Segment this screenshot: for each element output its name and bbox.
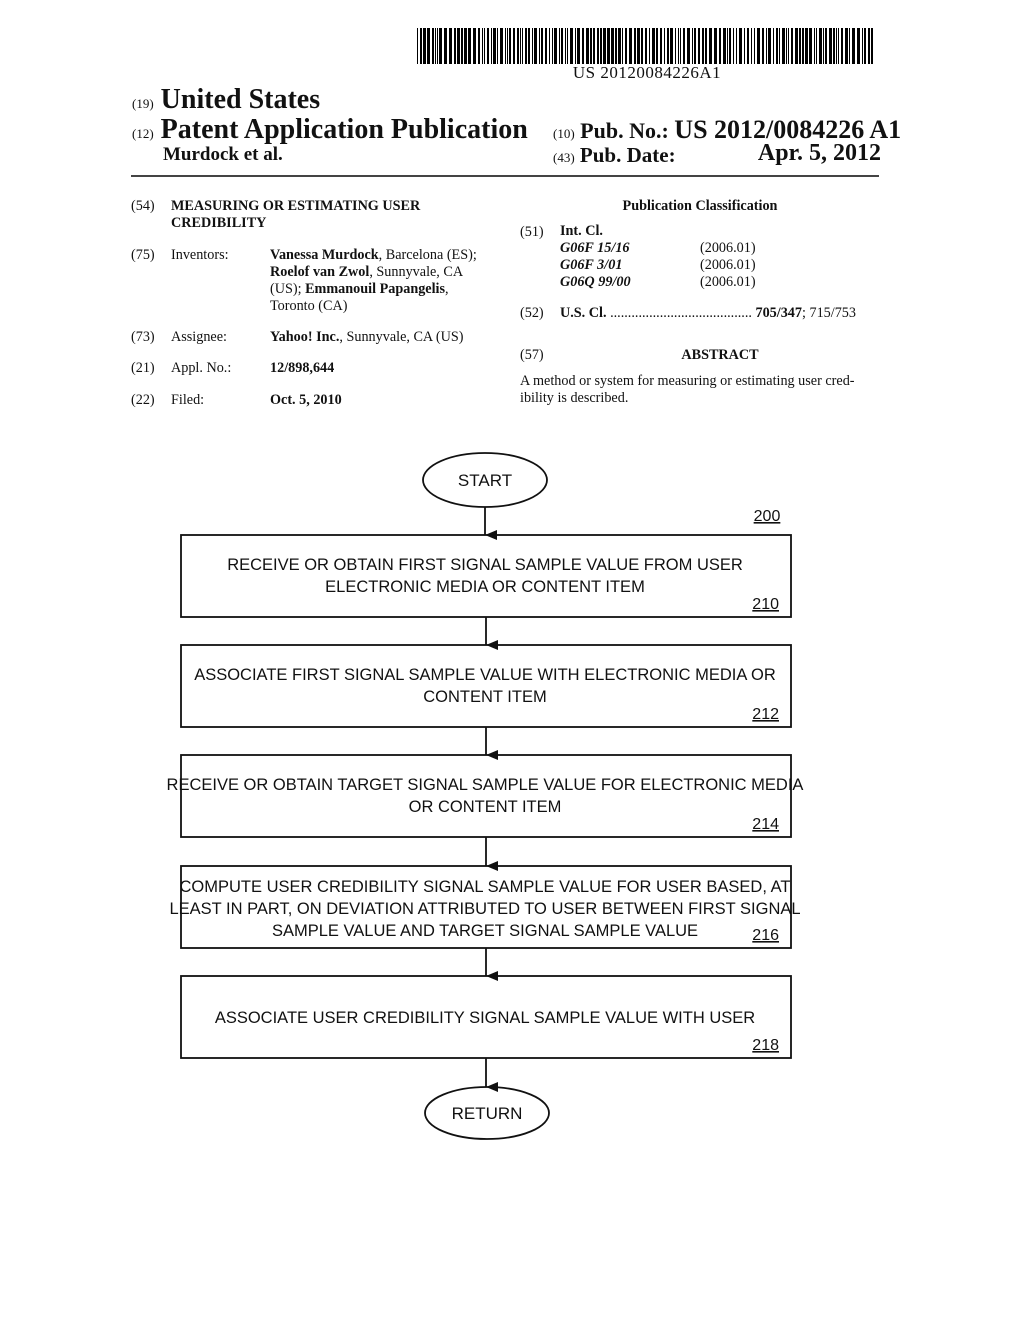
process-step: COMPUTE USER CREDIBILITY SIGNAL SAMPLE V…	[169, 865, 801, 981]
start-label: START	[458, 471, 512, 490]
step-box	[180, 754, 792, 838]
flowchart: START 200 RECEIVE OR OBTAIN FIRST SIGNAL…	[167, 452, 804, 1140]
step-text: COMPUTE USER CREDIBILITY SIGNAL SAMPLE V…	[180, 878, 791, 896]
step-text: RECEIVE OR OBTAIN TARGET SIGNAL SAMPLE V…	[167, 776, 804, 794]
step-ref: 214	[752, 816, 779, 833]
step-text: ELECTRONIC MEDIA OR CONTENT ITEM	[325, 578, 645, 596]
step-ref: 212	[752, 706, 779, 723]
return-label: RETURN	[452, 1104, 523, 1123]
step-text: RECEIVE OR OBTAIN FIRST SIGNAL SAMPLE VA…	[227, 556, 743, 574]
step-text: ASSOCIATE USER CREDIBILITY SIGNAL SAMPLE…	[215, 1009, 755, 1027]
step-ref: 218	[752, 1037, 779, 1054]
step-text: ASSOCIATE FIRST SIGNAL SAMPLE VALUE WITH…	[194, 666, 776, 684]
process-step: ASSOCIATE USER CREDIBILITY SIGNAL SAMPLE…	[180, 975, 792, 1092]
step-box	[180, 644, 792, 728]
step-ref: 210	[752, 596, 779, 613]
process-step: RECEIVE OR OBTAIN FIRST SIGNAL SAMPLE VA…	[180, 534, 792, 650]
step-text: SAMPLE VALUE AND TARGET SIGNAL SAMPLE VA…	[272, 922, 698, 940]
figure-ref: 200	[754, 508, 781, 525]
process-step: RECEIVE OR OBTAIN TARGET SIGNAL SAMPLE V…	[167, 754, 804, 871]
step-text: OR CONTENT ITEM	[409, 798, 562, 816]
step-text: LEAST IN PART, ON DEVIATION ATTRIBUTED T…	[169, 900, 800, 918]
step-ref: 216	[752, 927, 779, 944]
step-text: CONTENT ITEM	[423, 688, 546, 706]
process-step: ASSOCIATE FIRST SIGNAL SAMPLE VALUE WITH…	[180, 644, 792, 760]
step-box	[180, 534, 792, 618]
